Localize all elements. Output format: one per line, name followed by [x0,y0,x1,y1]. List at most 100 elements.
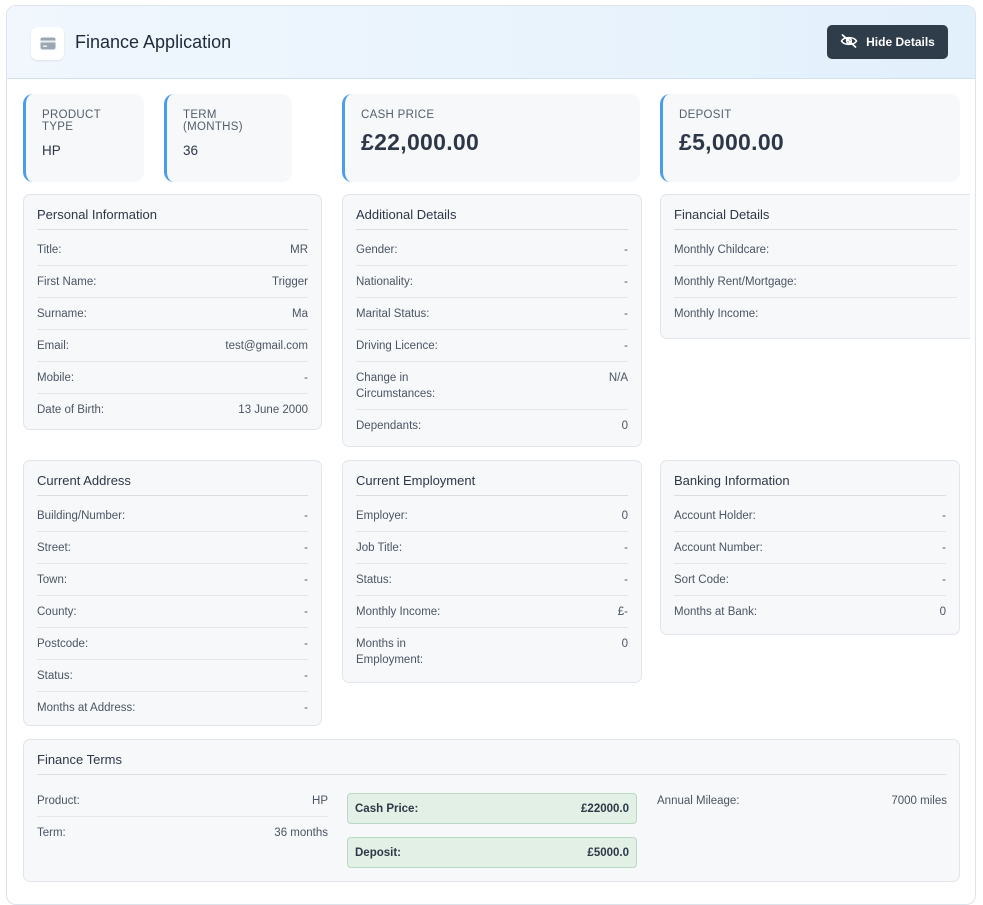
row-value: - [942,574,946,586]
detail-row: Marital Status: - [356,298,628,330]
row-label: Employer: [356,510,408,522]
detail-row: Gender: - [356,234,628,266]
financial-details-card: Financial Details Monthly Childcare: Mon… [660,194,970,339]
credit-card-icon [31,27,64,60]
stat-value: 36 [183,143,199,158]
row-value: - [304,510,308,522]
row-value: - [304,542,308,554]
row-value: 7000 miles [891,795,947,807]
detail-row: Monthly Childcare: [674,234,957,266]
detail-row: Monthly Income: £- [356,596,628,628]
card-title: Financial Details [674,195,957,230]
row-value: MR [290,244,308,256]
row-label: Mobile: [37,372,75,384]
current-address-card: Current Address Building/Number: - Street… [23,460,322,726]
row-label: Nationality: [356,276,413,288]
page-title: Finance Application [75,32,232,52]
additional-details-card: Additional Details Gender: - Nationality:… [342,194,642,447]
row-label: Months in Employment: [356,638,424,666]
detail-row: Monthly Rent/Mortgage: [674,266,957,298]
row-label: Town: [37,574,68,586]
row-label: Monthly Income: [674,308,759,320]
stat-label: PRODUCT TYPE [42,109,101,133]
detail-row: Dependants: 0 [356,410,628,441]
detail-row: Email: test@gmail.com [37,330,308,362]
row-label: Account Holder: [674,510,756,522]
row-label: Dependants: [356,420,422,432]
detail-row: Nationality: - [356,266,628,298]
banking-information-card: Banking Information Account Holder: - Acc… [660,460,960,635]
detail-row: Months at Address: - [37,692,308,723]
row-label: Street: [37,542,71,554]
cash-price-value: £22000.0 [581,802,629,815]
row-label: Surname: [37,308,87,320]
row-value: - [624,308,628,320]
finance-application-panel: Finance Application Hide Details PRODUCT… [6,5,976,905]
row-value: - [304,606,308,618]
deposit-highlight: Deposit: £5000.0 [347,837,637,868]
row-value: - [624,574,628,586]
row-value: 13 June 2000 [238,404,308,416]
detail-row: Annual Mileage: 7000 miles [657,785,947,816]
detail-row: Product: HP [37,785,328,817]
row-label: Months at Bank: [674,606,758,618]
stat-label: TERM (MONTHS) [183,109,243,133]
eye-off-icon [840,33,858,51]
row-value: £- [617,606,628,618]
row-label: Postcode: [37,638,89,650]
card-title: Finance Terms [37,740,946,775]
row-label: Title: [37,244,62,256]
detail-row: Monthly Income: [674,298,957,329]
row-value: 0 [621,638,628,650]
row-label: County: [37,606,77,618]
detail-row: Sort Code: - [674,564,946,596]
row-label: Marital Status: [356,308,430,320]
row-value: 0 [621,510,628,522]
row-value: - [304,638,308,650]
finance-terms-card: Finance Terms Product: HP Term: 36 months … [23,739,960,882]
row-label: Annual Mileage: [657,795,740,807]
row-label: First Name: [37,276,97,288]
row-label: Monthly Rent/Mortgage: [674,276,797,288]
cash-price-label: Cash Price: [355,802,419,815]
detail-row: Surname: Ma [37,298,308,330]
row-label: Gender: [356,244,398,256]
detail-row: Town: - [37,564,308,596]
detail-row: Status: - [37,660,308,692]
personal-information-card: Personal Information Title: MR First Name… [23,194,322,430]
detail-row: Account Number: - [674,532,946,564]
row-value: - [624,276,628,288]
stat-product-type: PRODUCT TYPE HP [23,94,144,182]
deposit-value: £5000.0 [587,846,629,859]
stat-value: £22,000.00 [361,129,480,155]
row-value: - [304,670,308,682]
cash-price-highlight: Cash Price: £22000.0 [347,793,637,824]
row-value: - [304,372,308,384]
row-value: N/A [608,372,628,384]
stat-value: £5,000.00 [679,129,785,155]
row-label: Building/Number: [37,510,126,522]
detail-row: Street: - [37,532,308,564]
card-title: Additional Details [356,195,628,230]
detail-row: Term: 36 months [37,817,328,848]
card-title: Banking Information [674,461,946,496]
row-value: 0 [939,606,946,618]
row-label: Status: [37,670,73,682]
row-value: - [304,702,308,714]
card-title: Current Address [37,461,308,496]
detail-row: Title: MR [37,234,308,266]
detail-row: Months in Employment: 0 [356,628,628,675]
detail-row: Account Holder: - [674,500,946,532]
row-label: Status: [356,574,392,586]
detail-row: Months at Bank: 0 [674,596,946,627]
stat-deposit: DEPOSIT £5,000.00 [660,94,960,182]
row-label: Driving Licence: [356,340,438,352]
row-value: Trigger [272,276,308,288]
row-label: Email: [37,340,69,352]
card-title: Personal Information [37,195,308,230]
detail-row: Driving Licence: - [356,330,628,362]
row-label: Job Title: [356,542,403,554]
stat-value: HP [42,143,61,158]
hide-details-button[interactable]: Hide Details [827,25,948,59]
row-value: - [624,340,628,352]
